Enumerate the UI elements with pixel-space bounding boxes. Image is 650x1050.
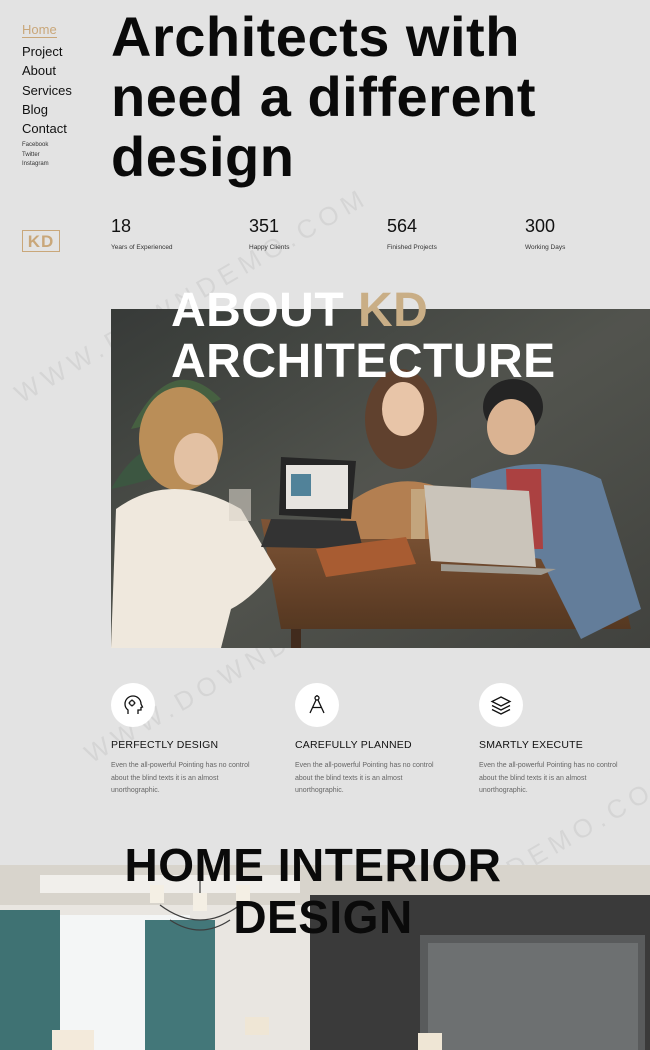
social-link-facebook[interactable]: Facebook [22,141,49,151]
stat-number: 351 [249,216,280,236]
stats-row: 18 Years of Experienced 351 Happy Client… [111,216,631,256]
nav-item-project[interactable]: Project [22,42,72,61]
stat-number: 564 [387,216,418,236]
stat-label: Years of Experienced [111,244,173,251]
stat-number: 18 [111,216,132,236]
social-links: Facebook Twitter Instagram [22,141,49,170]
about-title-line-1: ABOUT KD [171,285,556,336]
nav-item-contact[interactable]: Contact [22,119,72,138]
stat-projects: 564 Finished Projects [387,216,437,251]
feature-card: CAREFULLY PLANNED Even the all-powerful … [295,683,450,798]
nav-item-services[interactable]: Services [22,81,72,100]
about-title: ABOUT KD ARCHITECTURE [171,285,556,387]
feature-card: PERFECTLY DESIGN Even the all-powerful P… [111,683,266,798]
about-title-accent: KD [357,284,429,337]
layers-icon [479,683,523,727]
interior-title-line-2: DESIGN [233,891,413,943]
nav-item-blog[interactable]: Blog [22,100,72,119]
head-gears-icon [111,683,155,727]
feature-title: PERFECTLY DESIGN [111,739,219,751]
stat-clients: 351 Happy Clients [249,216,289,251]
stat-label: Finished Projects [387,244,437,251]
social-link-instagram[interactable]: Instagram [22,160,49,170]
compass-icon [295,683,339,727]
interior-title: HOME INTERIOR DESIGN [0,839,650,943]
stat-label: Working Days [525,244,566,251]
stat-years: 18 Years of Experienced [111,216,173,251]
feature-card: SMARTLY EXECUTE Even the all-powerful Po… [479,683,634,798]
hero-title-line-1: Architects with [111,5,520,68]
stat-days: 300 Working Days [525,216,565,251]
hero-title-line-2: need a different [111,65,536,128]
social-link-twitter[interactable]: Twitter [22,151,49,161]
feature-title: SMARTLY EXECUTE [479,739,583,751]
hero-title: Architects with need a different design [111,7,631,187]
nav-item-about[interactable]: About [22,61,72,80]
about-title-text: ABOUT [171,284,358,337]
stat-label: Happy Clients [249,244,290,251]
about-title-line-2: ARCHITECTURE [171,335,556,388]
hero-title-line-3: design [111,125,295,188]
logo[interactable]: KD [22,230,60,252]
feature-description: Even the all-powerful Pointing has no co… [295,762,434,794]
sidebar-nav: Home Project About Services Blog Contact [22,22,72,138]
feature-title: CAREFULLY PLANNED [295,739,412,751]
stat-number: 300 [525,216,556,236]
nav-item-home[interactable]: Home [22,22,57,38]
feature-description: Even the all-powerful Pointing has no co… [479,762,618,794]
interior-title-line-1: HOME INTERIOR [124,839,502,891]
feature-description: Even the all-powerful Pointing has no co… [111,762,250,794]
